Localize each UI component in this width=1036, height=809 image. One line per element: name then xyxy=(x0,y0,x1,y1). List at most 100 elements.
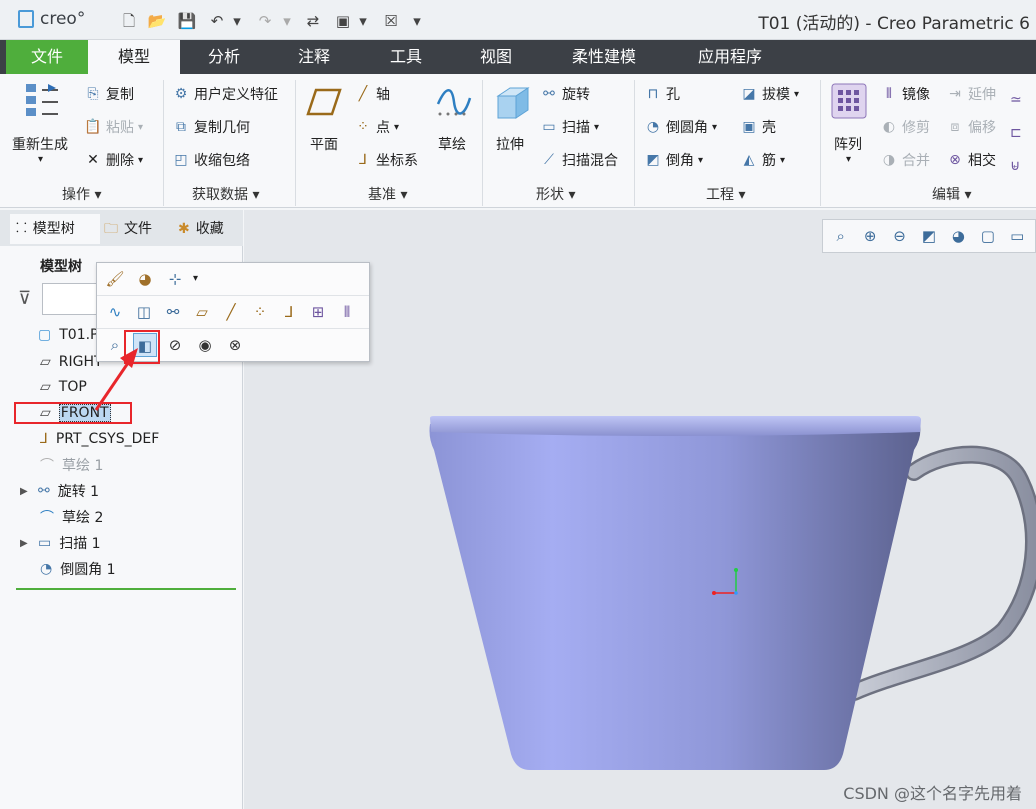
pattern-dropdown-icon[interactable]: ▾ xyxy=(846,154,851,165)
intersect-button[interactable]: ⊗ 相交 xyxy=(946,150,996,170)
sketch-big-icon[interactable] xyxy=(436,84,472,120)
merge-button[interactable]: ◑ 合并 xyxy=(880,150,930,170)
point-button[interactable]: ⁘ 点 ▾ xyxy=(354,117,399,137)
plane-button[interactable]: 平面 xyxy=(310,134,338,154)
rib-button[interactable]: ◭ 筋 ▾ xyxy=(740,150,785,170)
expand-arrow-icon[interactable]: ▶ xyxy=(20,538,30,549)
expand-arrow-icon[interactable]: ▶ xyxy=(20,486,30,497)
plane-icon[interactable]: ▱ xyxy=(190,300,214,324)
udf-button[interactable]: ⚙ 用户定义特征 xyxy=(172,84,278,104)
more-editing-icons[interactable]: ≃ ⊏ ⊌ xyxy=(1010,84,1034,184)
sweep-button[interactable]: ▭ 扫描 ▾ xyxy=(540,117,599,137)
shell-button[interactable]: ▣ 壳 xyxy=(740,117,776,137)
pattern-icon[interactable]: ⊞ xyxy=(306,300,330,324)
round-button[interactable]: ◔ 倒圆角 ▾ xyxy=(644,117,717,137)
extrude-button[interactable]: 拉伸 xyxy=(496,134,524,154)
pattern-button[interactable]: 阵列 xyxy=(834,134,862,154)
new-icon[interactable]: 🗋 xyxy=(118,10,140,32)
appearance-icon[interactable]: 🖌 xyxy=(103,267,127,291)
trim-button[interactable]: ◐ 修剪 xyxy=(880,117,930,137)
group-label-engineering[interactable]: 工程 ▾ xyxy=(706,184,745,204)
extrude-big-icon[interactable] xyxy=(492,82,532,122)
regenerate-icon[interactable]: ⇄ xyxy=(302,10,324,32)
group-label-editing[interactable]: 编辑 ▾ xyxy=(932,184,971,204)
tab-annotate[interactable]: 注释 xyxy=(280,40,348,74)
tab-file[interactable]: 文件 xyxy=(6,40,88,74)
group-label-datum[interactable]: 基准 ▾ xyxy=(368,184,407,204)
csys-button[interactable]: ⅃ 坐标系 xyxy=(354,150,418,170)
close-icon[interactable]: ☒ xyxy=(380,10,402,32)
hide-icon[interactable]: ⊘ xyxy=(163,333,187,357)
tree-item-top[interactable]: ▱ TOP xyxy=(40,376,87,398)
pattern-big-icon[interactable] xyxy=(830,82,868,120)
regenerate-big-icon[interactable] xyxy=(22,80,66,124)
unhide-icon[interactable]: ⊗ xyxy=(223,333,247,357)
save-icon[interactable]: 💾 xyxy=(176,10,198,32)
offset-icon: ⧈ xyxy=(950,119,960,135)
selection-filter-dropdown-icon[interactable]: ▾ xyxy=(193,267,198,291)
windows-icon[interactable]: ▣ xyxy=(332,10,354,32)
tree-item-sketch-2[interactable]: ⌒ 草绘 2 xyxy=(40,506,103,528)
windows-dropdown-icon[interactable]: ▾ xyxy=(356,10,370,32)
extend-button[interactable]: ⇥ 延伸 xyxy=(946,84,996,104)
red-arrow-annotation xyxy=(94,348,138,411)
chamfer-button[interactable]: ◩ 倒角 ▾ xyxy=(644,150,703,170)
insert-indicator[interactable] xyxy=(16,588,236,590)
copy-button[interactable]: ⎘ 复制 xyxy=(84,84,134,104)
mirror-icon[interactable]: ⫴ xyxy=(335,300,359,324)
tree-item-revolve-1[interactable]: ▶ ⚯ 旋转 1 xyxy=(20,480,99,502)
hole-button[interactable]: ⊓ 孔 xyxy=(644,84,680,104)
swept-blend-button[interactable]: ⟋ 扫描混合 xyxy=(540,150,618,170)
regenerate-dropdown-icon[interactable]: ▾ xyxy=(38,154,43,165)
redo-dropdown-icon[interactable]: ▾ xyxy=(280,10,294,32)
draft-button[interactable]: ◪ 拔模 ▾ xyxy=(740,84,799,104)
filter-icon[interactable]: ⊽ xyxy=(18,288,31,309)
tab-analysis[interactable]: 分析 xyxy=(190,40,258,74)
udf-icon: ⚙ xyxy=(174,86,188,102)
selection-filter-icon[interactable]: ⊹ xyxy=(163,267,187,291)
tab-tools[interactable]: 工具 xyxy=(372,40,440,74)
sketch-button[interactable]: 草绘 xyxy=(438,134,466,154)
tab-flexible-modeling[interactable]: 柔性建模 xyxy=(554,40,654,74)
group-label-get-data[interactable]: 获取数据 ▾ xyxy=(192,184,259,204)
tree-item-csys[interactable]: ⅃ PRT_CSYS_DEF xyxy=(40,428,159,450)
mirror-button[interactable]: ⫴ 镜像 xyxy=(880,84,930,104)
tab-favorites[interactable]: ✱ 收藏 xyxy=(178,214,240,244)
tab-applications[interactable]: 应用程序 xyxy=(680,40,780,74)
group-separator xyxy=(163,80,164,206)
sweep-label: 扫描 xyxy=(562,120,590,136)
sketch-icon[interactable]: ∿ xyxy=(103,300,127,324)
tree-item-sweep-1[interactable]: ▶ ▭ 扫描 1 xyxy=(20,532,101,554)
tab-model-tree[interactable]: ⸬ 模型树 xyxy=(10,214,100,244)
shrinkwrap-button[interactable]: ◰ 收缩包络 xyxy=(172,150,250,170)
revolve-icon[interactable]: ⚯ xyxy=(161,300,185,324)
undo-dropdown-icon[interactable]: ▾ xyxy=(230,10,244,32)
show-icon[interactable]: ◉ xyxy=(193,333,217,357)
csys-icon[interactable]: ⅃ xyxy=(277,300,301,324)
tab-model[interactable]: 模型 xyxy=(88,40,180,74)
axis-button[interactable]: ╱ 轴 xyxy=(354,84,390,104)
delete-button[interactable]: ✕ 删除 ▾ xyxy=(84,150,143,170)
customize-icon[interactable]: ▾ xyxy=(410,10,424,32)
open-icon[interactable]: 📂 xyxy=(146,10,168,32)
plane-big-icon[interactable] xyxy=(306,84,342,120)
extrude-icon[interactable]: ◫ xyxy=(132,300,156,324)
tree-item-sketch-1[interactable]: ⌒ 草绘 1 xyxy=(40,454,103,476)
undo-icon[interactable]: ↶ xyxy=(206,10,228,32)
copy-geometry-button[interactable]: ⧉ 复制几何 xyxy=(172,117,250,137)
offset-button[interactable]: ⧈ 偏移 xyxy=(946,117,996,137)
revolve-button[interactable]: ⚯ 旋转 xyxy=(540,84,590,104)
tree-item-round-1[interactable]: ◔ 倒圆角 1 xyxy=(40,558,116,580)
regenerate-button[interactable]: 重新生成 xyxy=(12,134,68,154)
paste-button[interactable]: 📋 粘贴 ▾ xyxy=(84,117,143,137)
tab-view[interactable]: 视图 xyxy=(462,40,530,74)
tree-search-input[interactable] xyxy=(42,283,98,315)
group-label-operations[interactable]: 操作 ▾ xyxy=(62,184,101,204)
axis-icon[interactable]: ╱ xyxy=(219,300,243,324)
point-icon[interactable]: ⁘ xyxy=(248,300,272,324)
color-icon[interactable]: ◕ xyxy=(133,267,157,291)
redo-icon[interactable]: ↷ xyxy=(254,10,276,32)
group-label-shapes[interactable]: 形状 ▾ xyxy=(536,184,575,204)
tab-folder-browser[interactable]: 🗀 文件 xyxy=(104,214,166,244)
swept-blend-icon: ⟋ xyxy=(544,152,554,168)
